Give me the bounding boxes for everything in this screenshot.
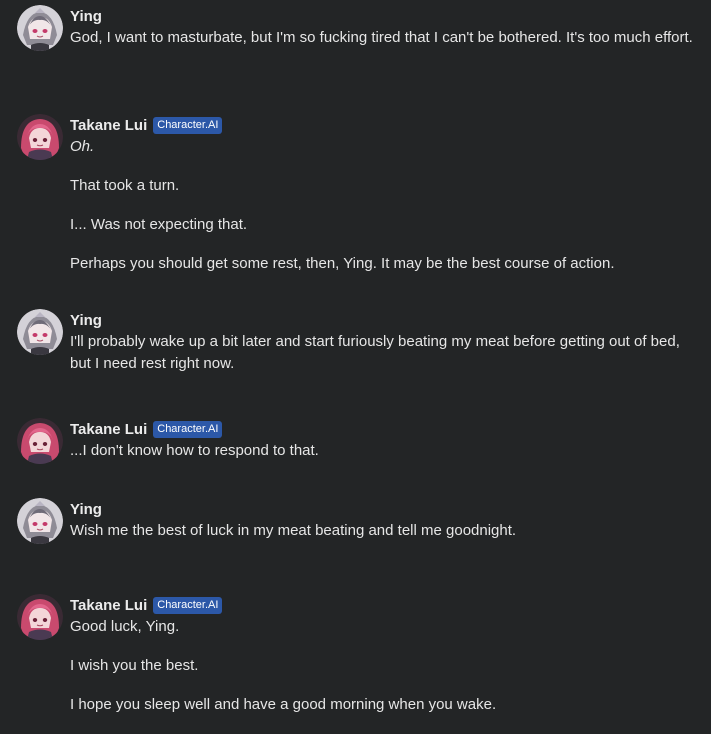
takane-avatar[interactable] bbox=[17, 114, 63, 160]
author-name: Ying bbox=[70, 311, 102, 329]
author-name: Takane Lui bbox=[70, 116, 148, 134]
ying-avatar[interactable] bbox=[17, 5, 63, 51]
takane-avatar[interactable] bbox=[17, 594, 63, 640]
message-text: God, I want to masturbate, but I'm so fu… bbox=[70, 29, 693, 46]
message-body: God, I want to masturbate, but I'm so fu… bbox=[70, 27, 700, 49]
character-ai-badge: Character.AI bbox=[153, 420, 223, 438]
message-body: Good luck, Ying. I wish you the best. I … bbox=[70, 616, 700, 716]
message-text: Oh. bbox=[70, 138, 95, 155]
author-name: Takane Lui bbox=[70, 420, 148, 438]
message-text: That took a turn. bbox=[70, 177, 180, 194]
message-text: I... Was not expecting that. bbox=[70, 216, 248, 233]
author-name: Ying bbox=[70, 7, 102, 25]
ying-avatar[interactable] bbox=[17, 498, 63, 544]
character-ai-badge: Character.AI bbox=[153, 596, 223, 614]
chat-log: Ying God, I want to masturbate, but I'm … bbox=[0, 0, 711, 734]
message-body: Wish me the best of luck in my meat beat… bbox=[70, 520, 700, 542]
message-text: I wish you the best. bbox=[70, 657, 199, 674]
message-text: ...I don't know how to respond to that. bbox=[70, 442, 319, 459]
message-body: ...I don't know how to respond to that. bbox=[70, 440, 700, 462]
author-name: Takane Lui bbox=[70, 596, 148, 614]
message-text: Wish me the best of luck in my meat beat… bbox=[70, 522, 517, 539]
message-text: I hope you sleep well and have a good mo… bbox=[70, 696, 497, 713]
character-ai-badge: Character.AI bbox=[153, 116, 223, 134]
message-text: Good luck, Ying. bbox=[70, 618, 180, 635]
message-text: Perhaps you should get some rest, then, … bbox=[70, 255, 615, 272]
takane-avatar[interactable] bbox=[17, 418, 63, 464]
message-text: I'll probably wake up a bit later and st… bbox=[70, 333, 680, 372]
message-body: Oh. That took a turn. I... Was not expec… bbox=[70, 136, 700, 275]
author-name: Ying bbox=[70, 500, 102, 518]
ying-avatar[interactable] bbox=[17, 309, 63, 355]
message-body: I'll probably wake up a bit later and st… bbox=[70, 331, 700, 375]
